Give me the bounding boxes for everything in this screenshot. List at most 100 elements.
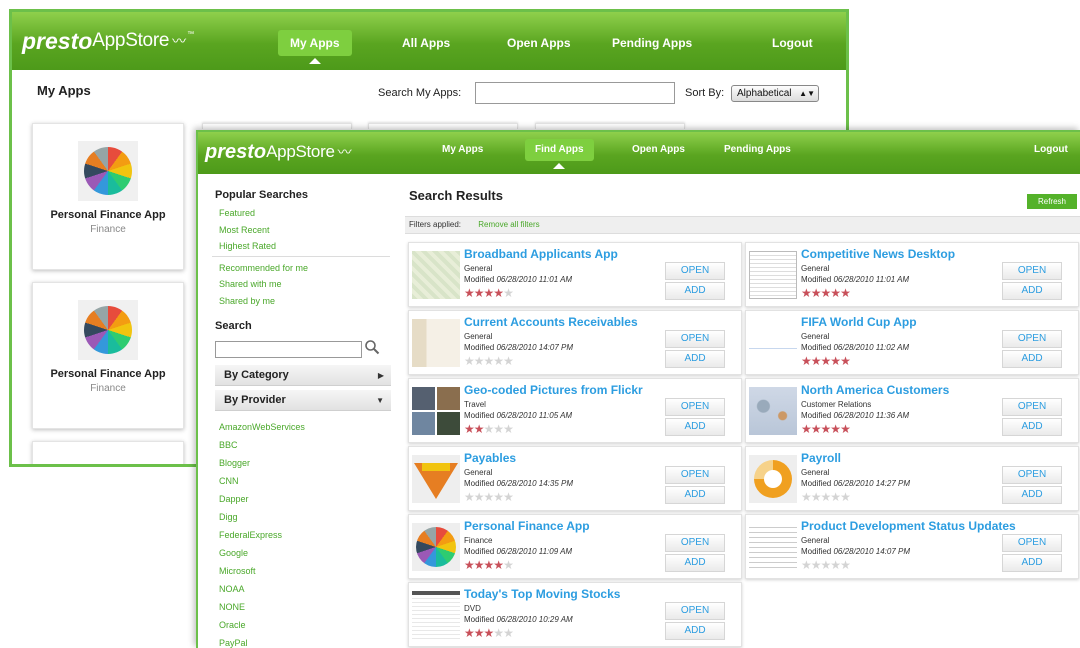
add-button[interactable]: ADD [665, 418, 725, 436]
star-rating[interactable]: ★★★★★ [801, 287, 851, 299]
star-rating[interactable]: ★★★★★ [801, 559, 851, 571]
app-card[interactable] [32, 441, 184, 464]
app-result-card[interactable]: Personal Finance App Finance Modified 06/2… [408, 514, 742, 579]
app-title-link[interactable]: Product Development Status Updates [801, 519, 1016, 533]
app-title-link[interactable]: Current Accounts Receivables [464, 315, 638, 329]
sidebar-link-provider[interactable]: Oracle [219, 620, 246, 630]
sidebar-search-input[interactable] [215, 341, 362, 358]
app-card[interactable] [202, 123, 352, 129]
add-button[interactable]: ADD [1002, 418, 1062, 436]
app-result-card[interactable]: FIFA World Cup App General Modified 06/28/… [745, 310, 1079, 375]
sidebar-link-shared-with-me[interactable]: Shared with me [219, 279, 282, 289]
sidebar-link-provider[interactable]: AmazonWebServices [219, 422, 305, 432]
app-result-card[interactable]: Competitive News Desktop General Modified … [745, 242, 1079, 307]
add-button[interactable]: ADD [665, 486, 725, 504]
star-rating[interactable]: ★★★★★ [801, 423, 851, 435]
sidebar-link-provider[interactable]: Blogger [219, 458, 250, 468]
app-result-card[interactable]: Payroll General Modified 06/28/2010 14:27 … [745, 446, 1079, 511]
sidebar-link-provider[interactable]: PayPal [219, 638, 248, 648]
nav-all-apps[interactable]: All Apps [390, 30, 462, 56]
sidebar-link-recommended[interactable]: Recommended for me [219, 263, 308, 273]
nav-open-apps[interactable]: Open Apps [622, 139, 695, 161]
add-button[interactable]: ADD [1002, 350, 1062, 368]
nav-open-apps[interactable]: Open Apps [495, 30, 583, 56]
open-button[interactable]: OPEN [665, 534, 725, 552]
add-button[interactable]: ADD [1002, 554, 1062, 572]
star-rating[interactable]: ★★★★★ [464, 287, 514, 299]
open-button[interactable]: OPEN [665, 398, 725, 416]
app-card[interactable]: Personal Finance App Finance [32, 282, 184, 429]
sidebar-link-provider[interactable]: CNN [219, 476, 239, 486]
app-title-link[interactable]: Competitive News Desktop [801, 247, 955, 261]
sidebar-link-provider[interactable]: BBC [219, 440, 238, 450]
presto-logo[interactable]: presto AppStore 〰 [205, 132, 352, 172]
star-rating[interactable]: ★★★★★ [464, 423, 514, 435]
app-result-card[interactable]: Product Development Status Updates Genera… [745, 514, 1079, 579]
add-button[interactable]: ADD [665, 622, 725, 640]
sidebar-link-provider[interactable]: NONE [219, 602, 245, 612]
app-title-link[interactable]: Payroll [801, 451, 841, 465]
app-card[interactable]: Personal Finance App Finance [32, 123, 184, 270]
by-provider-toggle[interactable]: By Provider ▼ [215, 390, 391, 411]
app-title-link[interactable]: Personal Finance App [464, 519, 590, 533]
star-rating[interactable]: ★★★★★ [801, 355, 851, 367]
app-result-card[interactable]: Current Accounts Receivables General Modif… [408, 310, 742, 375]
sidebar-link-provider[interactable]: FederalExpress [219, 530, 282, 540]
open-button[interactable]: OPEN [665, 466, 725, 484]
star-rating[interactable]: ★★★★★ [464, 627, 514, 639]
star-rating[interactable]: ★★★★★ [464, 491, 514, 503]
add-button[interactable]: ADD [1002, 486, 1062, 504]
app-result-card[interactable]: Payables General Modified 06/28/2010 14:35… [408, 446, 742, 511]
star-rating[interactable]: ★★★★★ [464, 559, 514, 571]
sidebar-link-featured[interactable]: Featured [219, 208, 255, 218]
app-title-link[interactable]: Today's Top Moving Stocks [464, 587, 620, 601]
app-result-card[interactable]: Today's Top Moving Stocks DVD Modified 06/… [408, 582, 742, 647]
sidebar-link-provider[interactable]: Google [219, 548, 248, 558]
app-title-link[interactable]: Payables [464, 451, 516, 465]
app-result-card[interactable]: Broadband Applicants App General Modified … [408, 242, 742, 307]
presto-logo[interactable]: presto AppStore 〰™ [22, 12, 194, 70]
add-button[interactable]: ADD [665, 282, 725, 300]
nav-logout[interactable]: Logout [1024, 139, 1078, 161]
search-my-apps-input[interactable] [475, 82, 675, 104]
nav-find-apps[interactable]: Find Apps [525, 139, 594, 169]
sidebar-link-provider[interactable]: Dapper [219, 494, 249, 504]
remove-all-filters-link[interactable]: Remove all filters [478, 220, 539, 229]
nav-my-apps[interactable]: My Apps [432, 139, 493, 161]
open-button[interactable]: OPEN [665, 262, 725, 280]
app-title-link[interactable]: Broadband Applicants App [464, 247, 618, 261]
sort-select[interactable]: Alphabetical ▲▼ [731, 85, 819, 102]
sidebar-link-provider[interactable]: NOAA [219, 584, 245, 594]
app-title-link[interactable]: Geo-coded Pictures from Flickr [464, 383, 643, 397]
sidebar-link-highest-rated[interactable]: Highest Rated [219, 241, 276, 251]
open-button[interactable]: OPEN [1002, 262, 1062, 280]
nav-pending-apps[interactable]: Pending Apps [600, 30, 704, 56]
sidebar-link-shared-by-me[interactable]: Shared by me [219, 296, 275, 306]
app-result-card[interactable]: Geo-coded Pictures from Flickr Travel Modi… [408, 378, 742, 443]
search-icon[interactable] [364, 339, 380, 355]
app-card[interactable] [535, 123, 685, 129]
by-category-toggle[interactable]: By Category ▶ [215, 365, 391, 386]
app-result-card[interactable]: North America Customers Customer Relation… [745, 378, 1079, 443]
star-rating[interactable]: ★★★★★ [464, 355, 514, 367]
nav-logout[interactable]: Logout [760, 30, 825, 56]
app-card[interactable] [368, 123, 518, 129]
open-button[interactable]: OPEN [1002, 534, 1062, 552]
add-button[interactable]: ADD [1002, 282, 1062, 300]
refresh-button[interactable]: Refresh [1027, 194, 1077, 209]
app-title-link[interactable]: FIFA World Cup App [801, 315, 917, 329]
star-rating[interactable]: ★★★★★ [801, 491, 851, 503]
sidebar-link-provider[interactable]: Digg [219, 512, 238, 522]
open-button[interactable]: OPEN [665, 602, 725, 620]
nav-pending-apps[interactable]: Pending Apps [714, 139, 801, 161]
sidebar-link-provider[interactable]: Microsoft [219, 566, 256, 576]
add-button[interactable]: ADD [665, 350, 725, 368]
open-button[interactable]: OPEN [665, 330, 725, 348]
app-title-link[interactable]: North America Customers [801, 383, 949, 397]
nav-my-apps[interactable]: My Apps [278, 30, 352, 64]
open-button[interactable]: OPEN [1002, 398, 1062, 416]
sidebar-link-most-recent[interactable]: Most Recent [219, 225, 270, 235]
open-button[interactable]: OPEN [1002, 466, 1062, 484]
add-button[interactable]: ADD [665, 554, 725, 572]
open-button[interactable]: OPEN [1002, 330, 1062, 348]
